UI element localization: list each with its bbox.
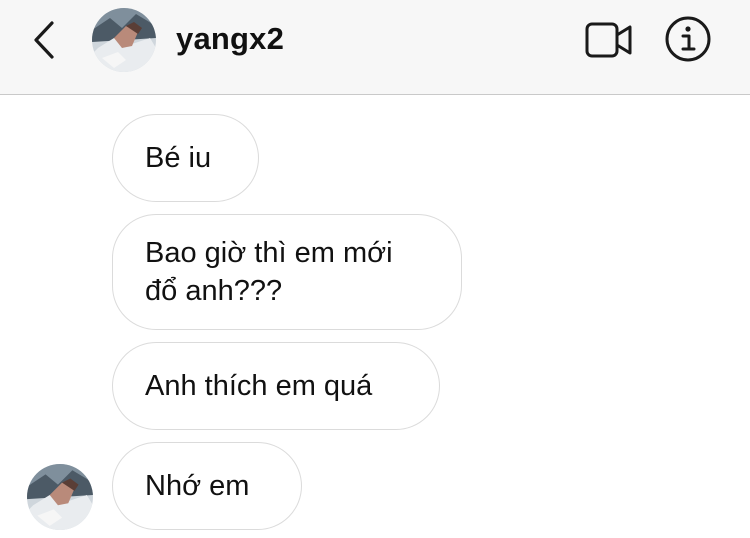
- chat-username[interactable]: yangx2: [176, 20, 284, 58]
- message-text: Bé iu: [145, 142, 212, 174]
- avatar[interactable]: [92, 8, 156, 72]
- sender-avatar[interactable]: [27, 464, 93, 530]
- video-call-button[interactable]: [583, 17, 635, 63]
- back-button[interactable]: [26, 20, 62, 60]
- message-bubble[interactable]: Bao giờ thì em mới đổ anh???: [112, 214, 462, 330]
- message-bubble[interactable]: Nhớ em: [112, 442, 302, 530]
- info-icon: [665, 16, 711, 62]
- message-bubble[interactable]: Bé iu: [112, 114, 259, 202]
- message-text: Nhớ em: [145, 470, 250, 502]
- message-text: Bao giờ thì em mới đổ anh???: [145, 237, 393, 307]
- chat-header: yangx2: [0, 0, 750, 95]
- message-text: Anh thích em quá: [145, 370, 373, 402]
- video-camera-icon: [585, 22, 632, 58]
- message-bubble[interactable]: Anh thích em quá: [112, 342, 440, 430]
- chevron-left-icon: [34, 21, 54, 59]
- info-button[interactable]: [663, 14, 713, 64]
